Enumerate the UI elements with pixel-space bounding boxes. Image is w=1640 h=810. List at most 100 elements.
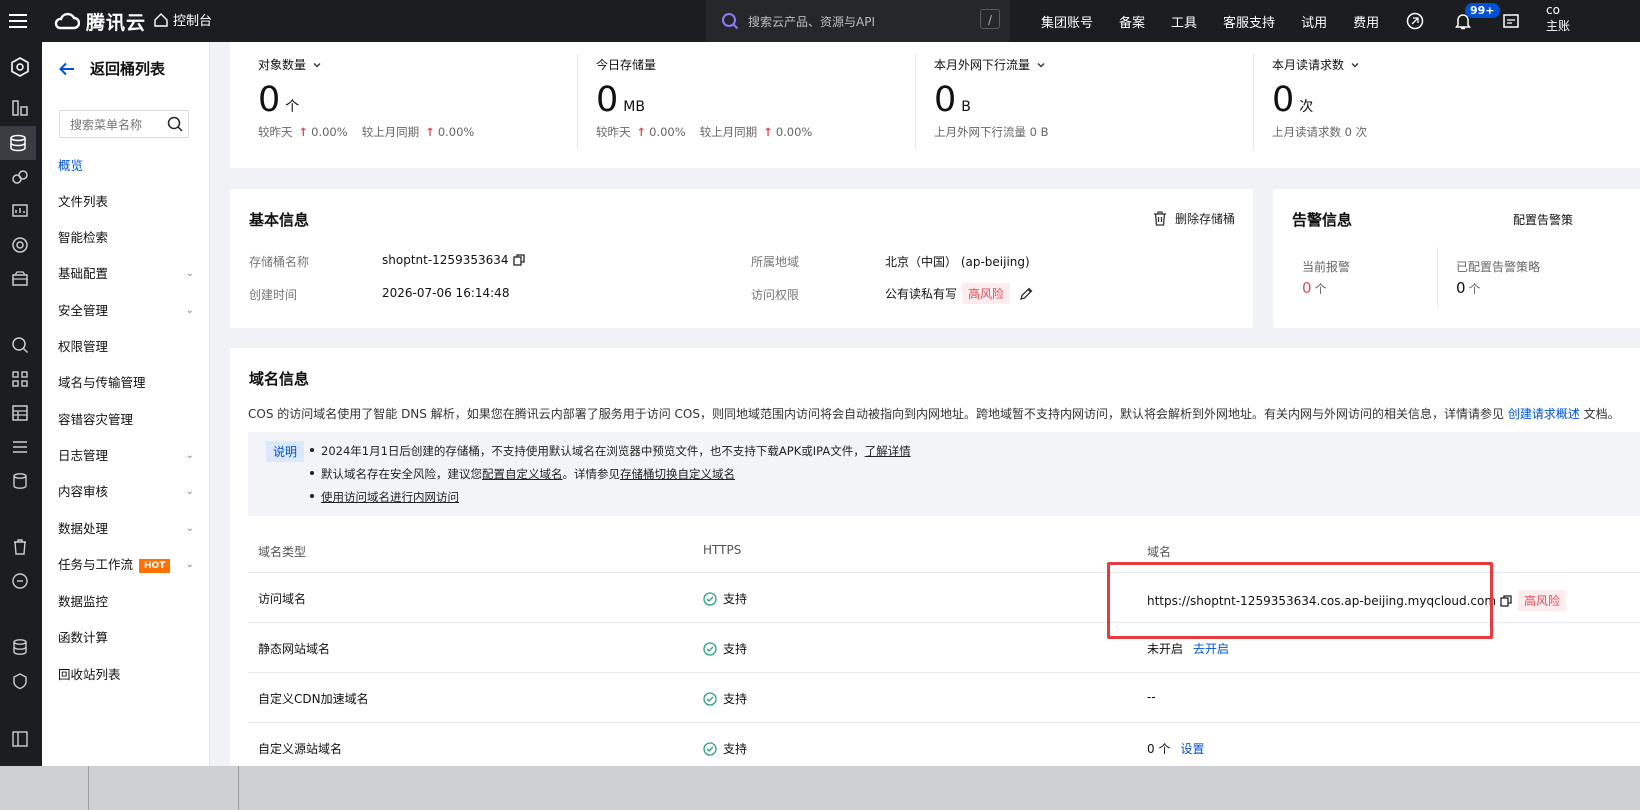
bullet xyxy=(310,494,314,498)
menu-item-security[interactable]: 安全管理 ⌄ xyxy=(58,300,198,322)
chevron-down-icon: ⌄ xyxy=(185,305,194,316)
chevron-down-icon xyxy=(1351,62,1359,67)
menu-item-recycle-bin[interactable]: 回收站列表 xyxy=(58,664,198,686)
console-link[interactable]: 控制台 xyxy=(154,10,212,29)
learn-more-link[interactable]: 了解详情 xyxy=(865,444,911,458)
chevron-down-icon xyxy=(1037,62,1045,67)
nav-trial[interactable]: 试用 xyxy=(1288,12,1340,31)
nav-filing[interactable]: 备案 xyxy=(1106,12,1158,31)
nav-support[interactable]: 客服支持 xyxy=(1210,12,1288,31)
nav-group-account[interactable]: 集团账号 xyxy=(1028,12,1106,31)
trash-icon[interactable] xyxy=(9,536,31,558)
menu-item-tasks-workflow[interactable]: 任务与工作流 HOT ⌄ xyxy=(58,554,198,576)
chat-search-icon[interactable] xyxy=(9,570,31,592)
stat-label-text: 本月读请求数 xyxy=(1272,58,1345,72)
menu-item-file-list[interactable]: 文件列表 xyxy=(58,191,198,213)
menu-search-input[interactable] xyxy=(68,111,172,139)
global-search[interactable]: 搜索云产品、资源与API / xyxy=(706,0,1010,42)
search-history-icon[interactable] xyxy=(9,334,31,356)
storage-stack-icon[interactable] xyxy=(9,636,31,658)
configure-custom-domain-link[interactable]: 配置自定义域名 xyxy=(482,467,563,481)
link-icon[interactable] xyxy=(9,166,31,188)
high-risk-tag: 高风险 xyxy=(1518,590,1567,611)
copy-icon[interactable] xyxy=(512,254,525,266)
table-icon[interactable] xyxy=(9,402,31,424)
cos-storage-icon[interactable] xyxy=(0,126,36,160)
back-to-bucket-list[interactable]: 返回桶列表 xyxy=(58,58,165,79)
notice-text: 。详情参见 xyxy=(562,467,621,481)
box-icon[interactable] xyxy=(9,268,31,290)
bottom-bar xyxy=(0,766,1640,810)
compare-value: 0.00% xyxy=(311,125,348,139)
menu-item-smart-search[interactable]: 智能检索 xyxy=(58,227,198,249)
arrow-up-icon: ↑ xyxy=(298,125,309,139)
switch-custom-domain-link[interactable]: 存储桶切换自定义域名 xyxy=(620,467,735,481)
search-icon[interactable] xyxy=(167,116,183,132)
bottom-segment xyxy=(0,766,89,810)
menu-item-data-monitoring[interactable]: 数据监控 xyxy=(58,591,198,613)
menu-item-overview[interactable]: 概览 xyxy=(58,155,198,177)
configure-alarm-link[interactable]: 配置告警策 xyxy=(1513,211,1573,228)
menu-item-logs[interactable]: 日志管理 ⌄ xyxy=(58,445,198,467)
copy-icon[interactable] xyxy=(1500,594,1512,607)
arrow-up-icon: ↑ xyxy=(763,125,773,139)
list-icon[interactable] xyxy=(9,436,31,458)
https-cell: 支持 xyxy=(703,640,747,657)
stat-label[interactable]: 本月读请求数 xyxy=(1272,56,1360,73)
compare-value: 0.00% xyxy=(437,125,475,139)
divider xyxy=(915,54,916,149)
shield-icon[interactable] xyxy=(9,670,31,692)
assistant-icon[interactable] xyxy=(1405,11,1425,31)
menu-item-data-processing[interactable]: 数据处理 ⌄ xyxy=(58,518,198,540)
dashboard-icon[interactable] xyxy=(9,97,31,119)
grid-icon[interactable] xyxy=(9,368,31,390)
cloud-product-icon[interactable] xyxy=(9,56,31,78)
nav-billing[interactable]: 费用 xyxy=(1340,12,1392,31)
menu-item-basic-config[interactable]: 基础配置 ⌄ xyxy=(58,263,198,285)
menu-label: 概览 xyxy=(58,158,84,173)
alarm-unit: 个 xyxy=(1314,282,1327,296)
menu-item-content-review[interactable]: 内容审核 ⌄ xyxy=(58,481,198,503)
stat-label[interactable]: 对象数量 xyxy=(258,56,322,73)
edit-icon[interactable] xyxy=(1019,287,1033,301)
stat-compare: 较昨天 ↑ 0.00% 较上月同期 ↑ 0.00% xyxy=(596,124,812,140)
https-status: 支持 xyxy=(723,592,748,606)
menu-label: 安全管理 xyxy=(58,303,109,318)
enable-static-site-link[interactable]: 去开启 xyxy=(1193,640,1229,657)
check-circle-icon xyxy=(703,691,717,706)
stat-note: 上月读请求数 0 次 xyxy=(1272,125,1368,139)
domain-cell: 0 个设置 xyxy=(1147,740,1204,757)
brand-name: 腾讯云 xyxy=(86,11,147,34)
delete-bucket-button[interactable]: 删除存储桶 xyxy=(1153,210,1235,227)
tencent-cloud-logo[interactable]: 腾讯云 xyxy=(54,7,146,35)
menu-item-domain-transfer[interactable]: 域名与传输管理 xyxy=(58,372,198,394)
account-name: co xyxy=(1546,3,1560,17)
menu-item-functions[interactable]: 函数计算 xyxy=(58,627,198,649)
trash-icon xyxy=(1153,211,1166,226)
description-text: COS 的访问域名使用了智能 DNS 解析，如果您在腾讯云内部署了服务用于访问 … xyxy=(248,407,1504,421)
side-menu: 返回桶列表 概览 文件列表 智能检索 基础配置 ⌄ 安全管理 ⌄ 权限管理 域名与传… xyxy=(42,42,210,766)
menu-label: 回收站列表 xyxy=(58,667,121,682)
request-overview-link[interactable]: 创建请求概述 xyxy=(1508,407,1580,421)
collapse-panel-icon[interactable] xyxy=(9,728,31,750)
menu-item-disaster-recovery[interactable]: 容错容灾管理 xyxy=(58,409,198,431)
intranet-access-link[interactable]: 使用访问域名进行内网访问 xyxy=(321,490,459,504)
nav-tools[interactable]: 工具 xyxy=(1158,12,1210,31)
stat-label[interactable]: 本月外网下行流量 xyxy=(934,56,1046,73)
menu-item-permissions[interactable]: 权限管理 xyxy=(58,336,198,358)
account-menu[interactable]: co 主账 xyxy=(1546,2,1570,34)
menu-icon[interactable] xyxy=(6,9,30,33)
card-title: 域名信息 xyxy=(249,370,310,388)
target-icon[interactable] xyxy=(9,234,31,256)
divider xyxy=(1437,247,1438,307)
monitor-icon[interactable] xyxy=(9,200,31,222)
message-icon[interactable] xyxy=(1501,11,1521,31)
stat-object-count: 对象数量 0个 较昨天 ↑ 0.00% 较上月同期 ↑ 0.00% xyxy=(258,42,578,168)
bullet xyxy=(310,471,314,475)
stat-number: 0 xyxy=(258,80,281,120)
card-title: 基本信息 xyxy=(249,211,310,229)
menu-search[interactable] xyxy=(59,110,189,139)
database-icon[interactable] xyxy=(9,470,31,492)
check-circle-icon xyxy=(703,741,717,756)
set-origin-domain-link[interactable]: 设置 xyxy=(1180,740,1204,757)
